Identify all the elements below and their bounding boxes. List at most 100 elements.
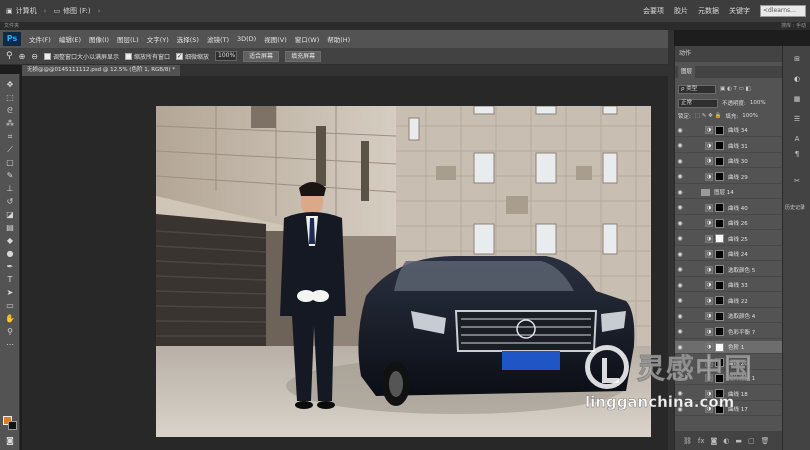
fill-value[interactable]: 100% xyxy=(742,113,758,119)
os-item-2[interactable]: 元数据 xyxy=(698,6,719,16)
fill-screen-button[interactable]: 填充屏幕 xyxy=(285,50,322,62)
fx-icon[interactable]: fx xyxy=(698,437,705,445)
fit-screen-button[interactable]: 适合屏幕 xyxy=(243,50,280,62)
more-tools-icon[interactable]: ⋯ xyxy=(3,340,17,350)
history-brush-icon[interactable]: ↺ xyxy=(3,197,17,207)
layer-mask-thumbnail[interactable] xyxy=(715,265,724,274)
layer-row[interactable]: ◉ ◑ 曲线 31 xyxy=(675,140,783,153)
paragraph-icon[interactable]: ¶ xyxy=(790,149,804,159)
blend-mode-select[interactable]: 正常 xyxy=(678,98,718,108)
crumb-computer[interactable]: 计算机 xyxy=(16,6,37,16)
visibility-eye-icon[interactable]: ◉ xyxy=(675,251,685,258)
background-color-swatch[interactable] xyxy=(8,421,17,430)
menu-window[interactable]: 窗口(W) xyxy=(295,34,320,44)
actions-panel-header[interactable]: 动作 xyxy=(675,46,783,62)
healing-brush-icon[interactable]: ▢ xyxy=(3,158,17,168)
layer-row[interactable]: ◉ ◑ 曲线 40 xyxy=(675,202,783,215)
visibility-eye-icon[interactable]: ◉ xyxy=(675,297,685,304)
visibility-eye-icon[interactable]: ◉ xyxy=(675,127,685,134)
layer-mask-thumbnail[interactable] xyxy=(715,203,724,212)
zoom-tool-icon[interactable]: ⚲ xyxy=(3,327,17,337)
zoom-all-check[interactable]: 缩放所有窗口 xyxy=(125,52,170,61)
menu-select[interactable]: 选择(S) xyxy=(177,34,199,44)
group-icon[interactable]: ▬ xyxy=(735,437,742,445)
visibility-eye-icon[interactable]: ◉ xyxy=(675,173,685,180)
hand-tool-icon[interactable]: ✋ xyxy=(3,314,17,324)
opacity-value[interactable]: 100% xyxy=(750,100,766,106)
color-icon[interactable]: ◐ xyxy=(790,74,804,84)
layer-mask-thumbnail[interactable] xyxy=(715,172,724,181)
tab-layers[interactable]: 图层 xyxy=(678,66,696,78)
visibility-eye-icon[interactable]: ◉ xyxy=(675,282,685,289)
visibility-eye-icon[interactable]: ◉ xyxy=(675,266,685,273)
pen-tool-icon[interactable]: ✒ xyxy=(3,262,17,272)
layer-row[interactable]: ◉ ◑ 曲线 29 xyxy=(675,171,783,184)
checkbox[interactable] xyxy=(125,52,133,60)
menu-image[interactable]: 图像(I) xyxy=(89,34,109,44)
visibility-eye-icon[interactable]: ◉ xyxy=(675,204,685,211)
visibility-eye-icon[interactable]: ◉ xyxy=(675,313,685,320)
gradient-tool-icon[interactable]: ▤ xyxy=(3,223,17,233)
document-tab[interactable]: 无损@@@0145111112.psd @ 12.5% (色阶 1, RGB/8… xyxy=(22,65,181,76)
os-item-0[interactable]: 会要项 xyxy=(643,6,664,16)
layer-mask-thumbnail[interactable] xyxy=(715,141,724,150)
menu-layer[interactable]: 图层(L) xyxy=(117,34,139,44)
menu-filter[interactable]: 滤镜(T) xyxy=(207,34,229,44)
magic-wand-icon[interactable]: ⁂ xyxy=(3,119,17,129)
mask-icon[interactable]: ◙ xyxy=(711,437,718,445)
layer-row[interactable]: ◉ ◑ 色彩平衡 7 xyxy=(675,326,783,339)
layer-mask-thumbnail[interactable] xyxy=(715,327,724,336)
layer-row[interactable]: ◉ ◑ 曲线 26 xyxy=(675,217,783,230)
visibility-eye-icon[interactable]: ◉ xyxy=(675,328,685,335)
zoom-out-icon[interactable]: ⊖ xyxy=(31,52,38,61)
layer-mask-thumbnail[interactable] xyxy=(715,296,724,305)
dodge-tool-icon[interactable]: ● xyxy=(3,249,17,259)
checkbox[interactable] xyxy=(176,52,184,60)
menu-file[interactable]: 文件(F) xyxy=(29,34,51,44)
zoom-tool-icon[interactable]: ⚲ xyxy=(6,51,13,61)
brush-tool-icon[interactable]: ✎ xyxy=(3,171,17,181)
adjustment-icon[interactable]: ◐ xyxy=(723,437,729,445)
layer-row[interactable]: ◉ ◑ 选取颜色 5 xyxy=(675,264,783,277)
layer-mask-thumbnail[interactable] xyxy=(715,249,724,259)
layer-mask-thumbnail[interactable] xyxy=(715,311,724,321)
canvas-area[interactable] xyxy=(22,76,668,450)
layer-row[interactable]: ◉ ◑ 曲线 30 xyxy=(675,155,783,168)
visibility-eye-icon[interactable]: ◉ xyxy=(675,235,685,242)
checkbox[interactable] xyxy=(44,52,51,60)
layer-row[interactable]: ◉ ◑ 曲线 24 xyxy=(675,248,783,261)
layer-mask-thumbnail[interactable] xyxy=(715,125,724,135)
menu-view[interactable]: 视图(V) xyxy=(264,34,287,44)
visibility-eye-icon[interactable]: ◉ xyxy=(675,189,685,196)
properties-icon[interactable]: ✂ xyxy=(790,176,804,186)
visibility-eye-icon[interactable]: ◉ xyxy=(675,142,685,149)
quick-mask-icon[interactable]: ◙ xyxy=(3,436,17,446)
swatches-icon[interactable]: ▦ xyxy=(790,94,804,104)
layer-row[interactable]: ◉ ◑ 曲线 33 xyxy=(675,279,783,292)
shape-tool-icon[interactable]: ▭ xyxy=(3,301,17,311)
filter-icons[interactable]: ▣ ◐ T ▭ ◧ xyxy=(720,86,751,92)
menu-type[interactable]: 文字(Y) xyxy=(147,34,169,44)
layer-mask-thumbnail[interactable] xyxy=(715,218,724,228)
lock-icons[interactable]: ⬚ ✎ ✥ 🔒 xyxy=(695,113,722,119)
history-icon[interactable]: ⊞ xyxy=(790,54,804,64)
layer-row[interactable]: ◉ ◑ 曲线 34 xyxy=(675,124,783,137)
layer-row[interactable]: ◉ ◑ 选取颜色 4 xyxy=(675,310,783,323)
layer-row[interactable]: ◉ 图层 14 xyxy=(675,186,783,199)
marquee-tool-icon[interactable]: ⬚ xyxy=(3,93,17,103)
crop-tool-icon[interactable]: ⌗ xyxy=(3,132,17,142)
os-item-1[interactable]: 胶片 xyxy=(674,6,688,16)
path-select-icon[interactable]: ➤ xyxy=(3,288,17,298)
os-item-3[interactable]: 关键字 xyxy=(729,6,750,16)
layer-row[interactable]: ◉ ◑ 曲线 22 xyxy=(675,295,783,308)
resize-windows-check[interactable]: 调整窗口大小以满屏显示 xyxy=(44,52,119,61)
visibility-eye-icon[interactable]: ◉ xyxy=(675,158,685,165)
menu-3d[interactable]: 3D(D) xyxy=(237,35,256,43)
adjustments-icon[interactable]: ☰ xyxy=(790,114,804,124)
visibility-eye-icon[interactable]: ◉ xyxy=(675,220,685,227)
layer-mask-thumbnail[interactable] xyxy=(715,234,724,243)
layer-row[interactable]: ◉ ◑ 曲线 25 xyxy=(675,233,783,246)
type-tool-icon[interactable]: T xyxy=(3,275,17,285)
move-tool-icon[interactable]: ✥ xyxy=(3,80,17,90)
layer-mask-thumbnail[interactable] xyxy=(715,156,724,166)
